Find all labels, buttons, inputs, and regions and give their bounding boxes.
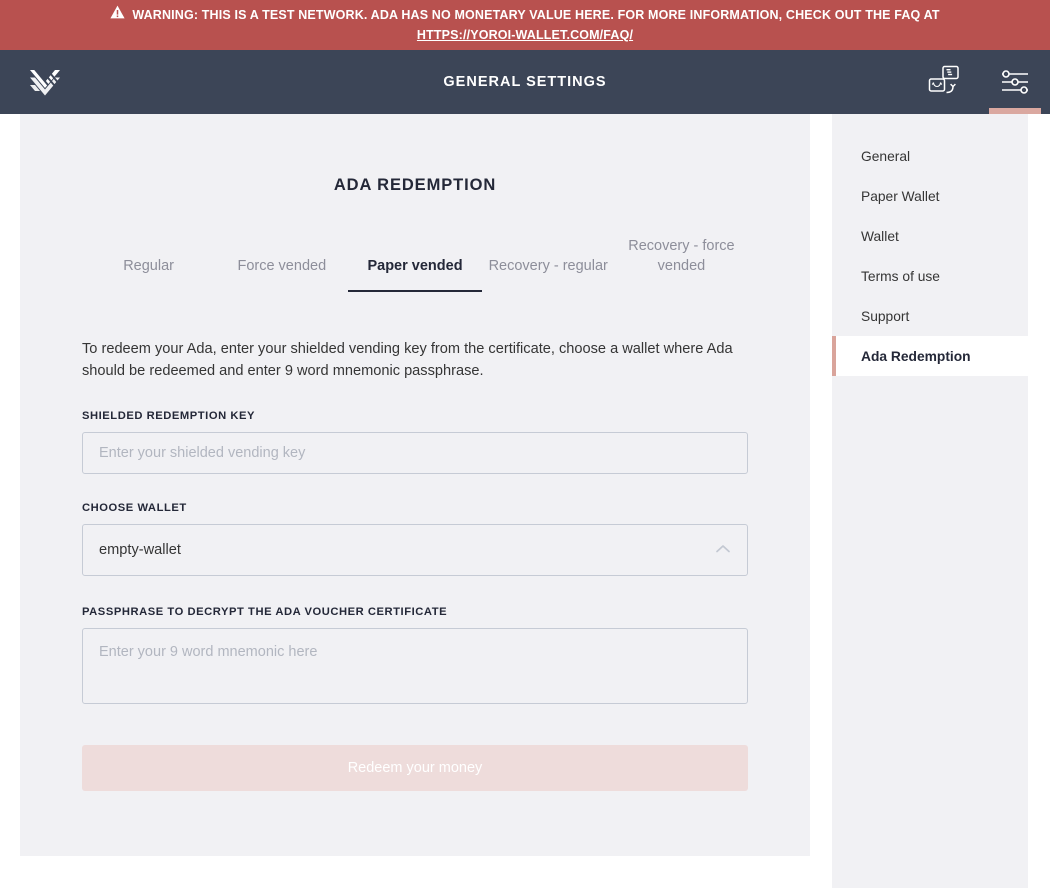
topbar-actions xyxy=(910,50,1050,114)
tab-force-vended[interactable]: Force vended xyxy=(215,257,348,293)
choose-wallet-label: CHOOSE WALLET xyxy=(82,502,187,515)
settings-sidebar: General Paper Wallet Wallet Terms of use… xyxy=(832,114,1028,888)
wallet-switch-icon[interactable] xyxy=(910,50,980,114)
choose-wallet-value: empty-wallet xyxy=(99,542,181,559)
settings-page-body: ADA REDEMPTION Regular Force vended Pape… xyxy=(0,114,1050,888)
tab-recovery-regular[interactable]: Recovery - regular xyxy=(482,257,615,293)
chevron-up-icon xyxy=(715,542,731,558)
warning-message: WARNING: THIS IS A TEST NETWORK. ADA HAS… xyxy=(132,7,940,22)
settings-sliders-icon[interactable] xyxy=(980,50,1050,114)
sidebar-item-general[interactable]: General xyxy=(832,136,1028,176)
sidebar-item-paper-wallet[interactable]: Paper Wallet xyxy=(832,176,1028,216)
sidebar-item-support[interactable]: Support xyxy=(832,296,1028,336)
sidebar-item-wallet[interactable]: Wallet xyxy=(832,216,1028,256)
choose-wallet-select[interactable]: empty-wallet xyxy=(82,524,748,577)
shielded-redemption-key-input[interactable] xyxy=(82,432,748,475)
passphrase-label: PASSPHRASE TO DECRYPT THE ADA VOUCHER CE… xyxy=(82,606,448,619)
passphrase-textarea[interactable] xyxy=(82,628,748,705)
top-navigation-bar: GENERAL SETTINGS xyxy=(0,50,1050,114)
tab-regular[interactable]: Regular xyxy=(82,257,215,293)
tab-recovery-force-vended[interactable]: Recovery - force vended xyxy=(615,237,748,292)
faq-link[interactable]: HTTPS://YOROI-WALLET.COM/FAQ/ xyxy=(417,26,633,45)
warning-triangle-icon xyxy=(110,5,125,25)
warning-text-row: WARNING: THIS IS A TEST NETWORK. ADA HAS… xyxy=(110,5,939,25)
ada-redemption-card: ADA REDEMPTION Regular Force vended Pape… xyxy=(20,114,810,856)
redemption-type-tabs: Regular Force vended Paper vended Recove… xyxy=(82,237,748,293)
test-network-warning-banner: WARNING: THIS IS A TEST NETWORK. ADA HAS… xyxy=(0,0,1050,50)
choose-wallet-field: CHOOSE WALLET empty-wallet xyxy=(82,502,748,577)
shielded-redemption-key-label: SHIELDED REDEMPTION KEY xyxy=(82,410,256,423)
passphrase-field: PASSPHRASE TO DECRYPT THE ADA VOUCHER CE… xyxy=(82,606,748,709)
sidebar-item-ada-redemption[interactable]: Ada Redemption xyxy=(832,336,1028,376)
page-title: GENERAL SETTINGS xyxy=(443,74,607,90)
shielded-redemption-key-field: SHIELDED REDEMPTION KEY xyxy=(82,410,748,475)
sidebar-item-terms-of-use[interactable]: Terms of use xyxy=(832,256,1028,296)
tab-paper-vended[interactable]: Paper vended xyxy=(348,257,482,293)
redeem-money-button[interactable]: Redeem your money xyxy=(82,745,748,792)
instructions-text: To redeem your Ada, enter your shielded … xyxy=(82,341,733,380)
card-title: ADA REDEMPTION xyxy=(333,176,497,194)
